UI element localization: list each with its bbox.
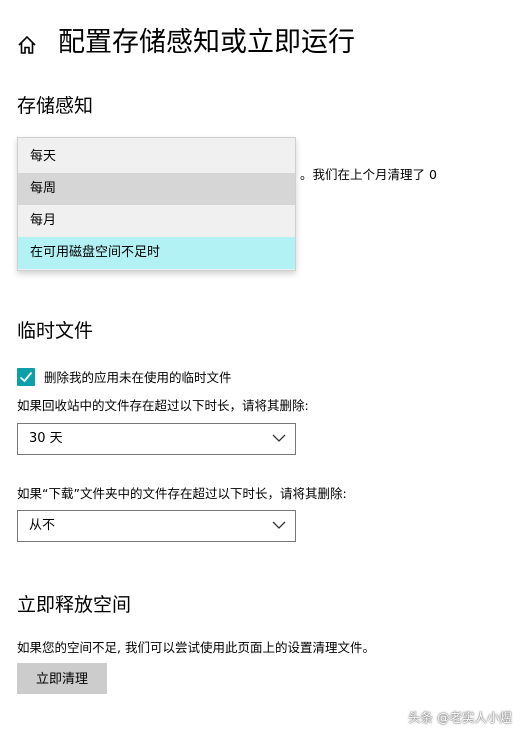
chevron-down-icon bbox=[272, 434, 286, 442]
run-frequency-dropdown-menu: 每天 每周 每月 在可用磁盘空间不足时 bbox=[17, 137, 296, 271]
home-icon[interactable] bbox=[16, 34, 38, 56]
page-title: 配置存储感知或立即运行 bbox=[58, 27, 355, 58]
free-space-description: 如果您的空间不足, 我们可以尝试使用此页面上的设置清理文件。 bbox=[17, 640, 375, 655]
delete-temp-files-label: 删除我的应用未在使用的临时文件 bbox=[44, 370, 232, 385]
dropdown-option-low-disk-space[interactable]: 在可用磁盘空间不足时 bbox=[18, 237, 295, 269]
checkmark-icon bbox=[19, 371, 33, 383]
dropdown-option-monthly[interactable]: 每月 bbox=[18, 205, 295, 237]
downloads-duration-select[interactable]: 从不 bbox=[17, 510, 296, 542]
recycle-bin-label: 如果回收站中的文件存在超过以下时长，请将其删除: bbox=[17, 398, 309, 413]
chevron-down-icon bbox=[272, 521, 286, 529]
dropdown-option-weekly[interactable]: 每周 bbox=[18, 173, 295, 205]
storage-sense-heading: 存储感知 bbox=[17, 95, 94, 117]
recycle-bin-duration-select[interactable]: 30 天 bbox=[17, 423, 296, 455]
free-space-heading: 立即释放空间 bbox=[17, 594, 132, 616]
downloads-duration-value: 从不 bbox=[29, 518, 56, 533]
downloads-folder-label: 如果“下载”文件夹中的文件存在超过以下时长，请将其删除: bbox=[17, 486, 347, 501]
temp-files-heading: 临时文件 bbox=[17, 320, 94, 342]
clean-now-button[interactable]: 立即清理 bbox=[17, 663, 107, 694]
watermark: 头条 @老实人小煜 bbox=[408, 710, 512, 725]
dropdown-option-daily[interactable]: 每天 bbox=[18, 141, 295, 173]
recycle-bin-duration-value: 30 天 bbox=[29, 431, 63, 446]
delete-temp-files-checkbox[interactable] bbox=[17, 368, 35, 386]
cleanup-summary-text: 。我们在上个月清理了 0 bbox=[300, 167, 437, 182]
